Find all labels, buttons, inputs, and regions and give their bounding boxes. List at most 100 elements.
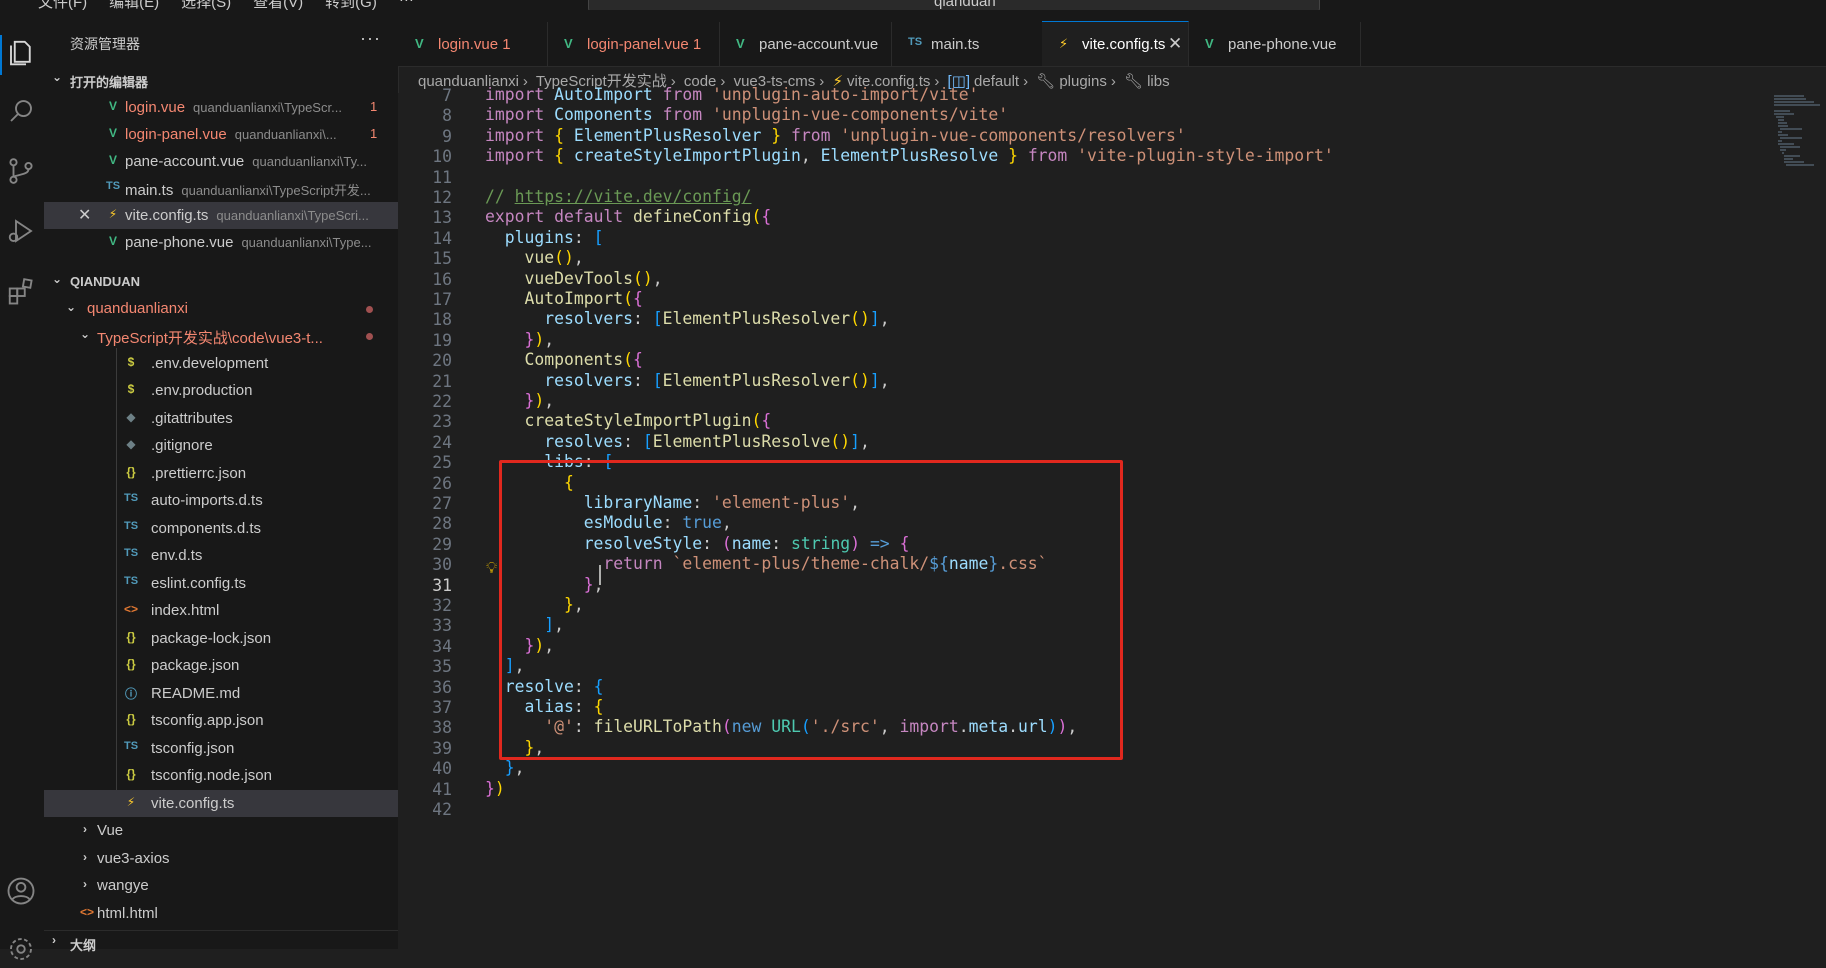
folder-item[interactable]: ⌄ quanduanlianxi — [44, 295, 398, 322]
outline-label: 大纲 — [70, 938, 97, 953]
code-text: // https://vite.dev/config/ — [485, 187, 752, 206]
activity-bar — [0, 10, 45, 960]
workspace-section[interactable]: ⌄ QIANDUAN — [44, 270, 398, 294]
tab-login-panel-vue[interactable]: V login-panel.vue 1 — [547, 22, 720, 66]
line-number: 38 — [432, 718, 452, 738]
line-number: 12 — [432, 188, 452, 207]
more-actions-button[interactable]: ··· — [360, 28, 381, 49]
file-item[interactable]: TS env.d.ts — [44, 542, 398, 569]
code-text: resolvers: [ElementPlusResolver()], — [544, 370, 890, 390]
menu-go[interactable]: 转到(G) — [325, 0, 377, 10]
git-file-icon: ◆ — [126, 410, 136, 424]
typescript-file-icon: TS — [123, 575, 139, 587]
open-editor-item[interactable]: V login.vue quanduanlianxi\TypeScr... 1 — [44, 94, 398, 121]
file-item[interactable]: <> index.html — [44, 597, 398, 624]
folder-item[interactable]: › vue3-axios — [44, 845, 398, 872]
typescript-file-icon: TS — [123, 547, 139, 559]
tab-login-vue[interactable]: V login.vue 1 — [398, 22, 548, 66]
file-item[interactable]: $ .env.production — [44, 377, 398, 404]
source-control-icon[interactable] — [6, 156, 38, 188]
menu-view[interactable]: 查看(V) — [253, 0, 303, 10]
code-line[interactable]: 42 — [398, 798, 1768, 822]
file-item[interactable]: TS eslint.config.ts — [44, 570, 398, 597]
explorer-icon[interactable] — [6, 38, 38, 70]
file-item[interactable]: ◆ .gitattributes — [44, 405, 398, 432]
vue-file-icon: V — [108, 153, 117, 167]
folder-item[interactable]: › Vue — [44, 817, 398, 844]
line-number: 24 — [432, 432, 452, 452]
open-editor-item[interactable]: V login-panel.vue quanduanlianxi\... 1 — [44, 121, 398, 148]
open-editor-item[interactable]: TS main.ts quanduanlianxi\TypeScript开发... — [44, 175, 398, 202]
file-item[interactable]: TS tsconfig.json — [44, 735, 398, 762]
command-center-search[interactable]: qianduan — [588, 0, 1320, 10]
tab-pane-phone-vue[interactable]: V pane-phone.vue — [1188, 22, 1361, 66]
line-number: 25 — [432, 453, 452, 473]
chevron-right-icon: › — [52, 933, 56, 947]
outline-section[interactable]: › 大纲 — [44, 930, 398, 955]
open-editor-item-active[interactable]: ✕ ⚡ vite.config.ts quanduanlianxi\TypeScr… — [44, 202, 398, 229]
modified-dot-icon — [366, 333, 373, 340]
tab-main-ts[interactable]: TS main.ts — [891, 22, 1043, 66]
close-icon[interactable]: ✕ — [78, 205, 91, 225]
menu-more[interactable]: ··· — [399, 0, 414, 10]
folder-item[interactable]: › wangye — [44, 872, 398, 899]
text-cursor — [599, 565, 601, 585]
typescript-file-icon: TS — [123, 492, 139, 504]
menu-file[interactable]: 文件(F) — [38, 0, 87, 10]
line-number: 8 — [442, 106, 452, 126]
json-file-icon: {} — [126, 767, 136, 781]
tab-pane-account-vue[interactable]: V pane-account.vue — [719, 22, 892, 66]
code-text: }) — [485, 778, 505, 798]
info-icon: ⓘ — [124, 687, 137, 701]
extensions-icon[interactable] — [6, 276, 38, 308]
vue-file-icon: V — [108, 99, 117, 113]
menu-selection[interactable]: 选择(S) — [181, 0, 231, 10]
vue-file-icon: V — [736, 36, 745, 51]
vite-file-icon: ⚡ — [108, 207, 118, 221]
menu-edit[interactable]: 编辑(E) — [109, 0, 159, 10]
search-text: qianduan — [934, 0, 996, 10]
tab-label: pane-phone.vue — [1228, 36, 1337, 53]
line-number: 23 — [432, 412, 452, 432]
line-number: 22 — [432, 392, 452, 411]
file-item[interactable]: ◆ .gitignore — [44, 432, 398, 459]
line-number: 14 — [432, 228, 452, 248]
file-item[interactable]: <> html.html — [44, 900, 398, 927]
chevron-down-icon: ⌄ — [52, 272, 63, 286]
open-editors-section[interactable]: ⌄ 打开的编辑器 — [44, 68, 398, 92]
file-item[interactable]: $ .env.development — [44, 350, 398, 377]
file-item[interactable]: {} package.json — [44, 652, 398, 679]
file-path: quanduanlianxi\TypeScri... — [216, 208, 369, 223]
file-item[interactable]: {} .prettierrc.json — [44, 460, 398, 487]
line-number: 40 — [432, 759, 452, 779]
settings-gear-icon[interactable] — [6, 934, 38, 966]
file-name: .env.production — [151, 382, 253, 399]
file-item-selected[interactable]: ⚡ vite.config.ts — [44, 790, 398, 817]
editor-tabs: V login.vue 1 V login-panel.vue 1 V pane… — [398, 10, 1826, 67]
file-item[interactable]: ⓘ README.md — [44, 680, 398, 707]
search-icon[interactable] — [6, 96, 38, 128]
file-name: tsconfig.json — [151, 740, 235, 757]
file-item[interactable]: {} package-lock.json — [44, 625, 398, 652]
file-item[interactable]: TS components.d.ts — [44, 515, 398, 542]
folder-item[interactable]: ⌄ TypeScript开发实战\code\vue3-t... — [44, 322, 398, 349]
file-name: index.html — [151, 602, 220, 619]
tab-badge: 1 — [502, 36, 511, 53]
file-name: auto-imports.d.ts — [151, 492, 263, 509]
file-item[interactable]: {} tsconfig.app.json — [44, 707, 398, 734]
chevron-down-icon: ⌄ — [65, 300, 77, 314]
run-debug-icon[interactable] — [6, 216, 38, 248]
account-icon[interactable] — [6, 876, 38, 908]
vue-file-icon: V — [1205, 36, 1214, 51]
minimap[interactable] — [1768, 93, 1826, 949]
open-editor-item[interactable]: V pane-phone.vue quanduanlianxi\Type... — [44, 229, 398, 256]
file-item[interactable]: TS auto-imports.d.ts — [44, 487, 398, 514]
file-item[interactable]: {} tsconfig.node.json — [44, 762, 398, 789]
line-number: 10 — [432, 147, 452, 167]
tab-vite-config-ts[interactable]: ⚡ vite.config.ts ✕ — [1042, 21, 1189, 66]
close-icon[interactable]: ✕ — [1168, 34, 1182, 54]
line-number: 7 — [442, 86, 452, 105]
open-editor-item[interactable]: V pane-account.vue quanduanlianxi\Ty... — [44, 148, 398, 175]
lightbulb-icon[interactable]: 💡︎ — [486, 560, 497, 578]
line-number: 34 — [432, 636, 452, 656]
